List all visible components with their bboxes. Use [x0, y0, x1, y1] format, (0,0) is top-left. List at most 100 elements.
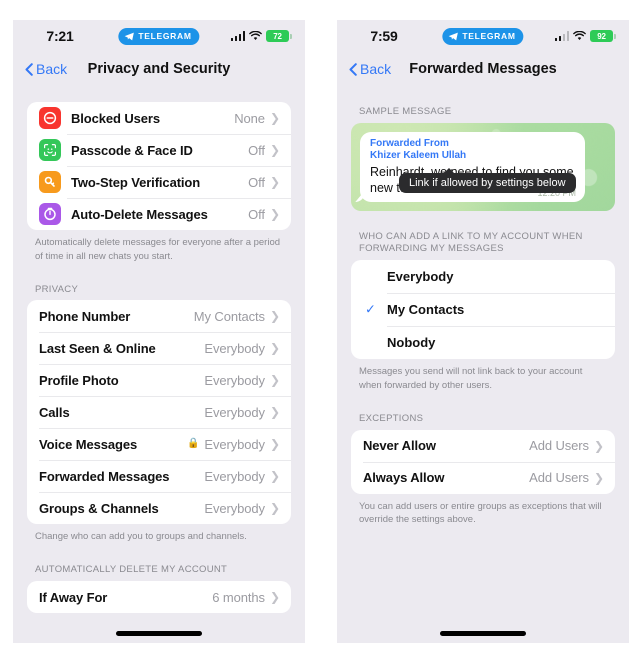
row-trailing: Add Users ❯	[529, 470, 604, 485]
option-label: Everybody	[387, 269, 454, 285]
row-last-seen-online[interactable]: Last Seen & Online Everybody ❯	[27, 332, 291, 364]
option-label: My Contacts	[387, 302, 465, 318]
row-label: Passcode & Face ID	[71, 142, 193, 158]
row-groups-and-channels[interactable]: Groups & Channels Everybody ❯	[27, 492, 291, 524]
row-label: Last Seen & Online	[39, 340, 156, 356]
status-indicators: 92	[554, 30, 616, 42]
carrier-pill: TELEGRAM	[118, 27, 200, 45]
row-always-allow[interactable]: Always Allow Add Users ❯	[351, 461, 615, 494]
chevron-left-icon	[25, 62, 33, 76]
row-value: Everybody	[204, 372, 265, 388]
row-two-step-verification[interactable]: Two-Step Verification Off ❯	[27, 166, 291, 198]
row-blocked-users[interactable]: Blocked Users None ❯	[27, 102, 291, 134]
key-icon	[39, 171, 61, 193]
exceptions-card: Never Allow Add Users ❯ Always Allow Add…	[351, 429, 615, 494]
telegram-plane-icon	[124, 32, 134, 40]
row-phone-number[interactable]: Phone Number My Contacts ❯	[27, 300, 291, 332]
back-button[interactable]: Back	[349, 61, 391, 77]
row-label: Always Allow	[363, 470, 445, 486]
row-label: Groups & Channels	[39, 500, 159, 516]
battery-icon: 92	[590, 30, 616, 42]
chevron-right-icon: ❯	[269, 207, 280, 221]
face-id-icon	[39, 139, 61, 161]
row-auto-delete-messages[interactable]: Auto-Delete Messages Off ❯	[27, 198, 291, 230]
home-indicator[interactable]	[116, 631, 202, 636]
row-value: Everybody	[204, 404, 265, 420]
row-trailing: None ❯	[234, 111, 280, 126]
row-trailing: 6 months ❯	[212, 590, 280, 605]
row-trailing: Add Users ❯	[529, 438, 604, 453]
status-time: 7:21	[46, 28, 74, 44]
carrier-pill: TELEGRAM	[442, 27, 524, 45]
forwarded-from-name[interactable]: Khizer Kaleem Ullah	[370, 150, 576, 163]
link-tooltip: Link if allowed by settings below	[399, 167, 576, 193]
home-indicator[interactable]	[440, 631, 526, 636]
row-value: Add Users	[529, 470, 589, 486]
option-everybody[interactable]: Everybody	[351, 260, 615, 293]
row-label: Blocked Users	[71, 110, 161, 126]
screenshot-stage: 7:21 TELEGRAM 72 Back Privacy and Securi…	[0, 0, 641, 663]
privacy-section-header: PRIVACY	[35, 283, 79, 295]
privacy-footer-text: Change who can add you to groups and cha…	[35, 531, 247, 543]
telegram-plane-icon	[448, 32, 458, 40]
phone-screen-forwarded-messages: 7:59 TELEGRAM 92 Back Forwarded Messages…	[337, 20, 629, 643]
row-trailing: Off ❯	[248, 175, 280, 190]
lock-icon: 🔒	[186, 438, 200, 450]
row-label: Calls	[39, 404, 70, 420]
row-never-allow[interactable]: Never Allow Add Users ❯	[351, 430, 615, 462]
chevron-right-icon: ❯	[269, 501, 280, 516]
back-button[interactable]: Back	[25, 61, 67, 77]
row-label: Forwarded Messages	[39, 468, 170, 484]
status-bar: 7:21 TELEGRAM 72	[13, 20, 305, 52]
carrier-pill-label: TELEGRAM	[462, 31, 516, 41]
row-voice-messages[interactable]: Voice Messages 🔒 Everybody ❯	[27, 428, 291, 460]
status-indicators: 72	[230, 30, 292, 42]
nav-bar: Back Privacy and Security	[13, 52, 305, 86]
status-bar: 7:59 TELEGRAM 92	[337, 20, 629, 52]
cellular-bars-icon	[230, 31, 245, 41]
option-nobody[interactable]: Nobody	[351, 326, 615, 359]
chevron-right-icon: ❯	[269, 111, 280, 125]
chevron-right-icon: ❯	[269, 309, 280, 324]
row-forwarded-messages[interactable]: Forwarded Messages Everybody ❯	[27, 460, 291, 492]
row-value: Everybody	[204, 468, 265, 484]
battery-icon: 72	[266, 30, 292, 42]
forwarded-from-label: Forwarded From	[370, 137, 449, 149]
wifi-icon	[573, 31, 586, 40]
row-value: Everybody	[204, 500, 265, 516]
row-label: Never Allow	[363, 438, 436, 454]
exceptions-footer-text: You can add users or entire groups as ex…	[359, 500, 602, 526]
chevron-right-icon: ❯	[269, 373, 280, 388]
chevron-right-icon: ❯	[269, 469, 280, 484]
row-trailing: Off ❯	[248, 207, 280, 222]
row-value: None	[234, 110, 265, 126]
sample-message-preview: Forwarded From Khizer Kaleem Ullah Reinh…	[351, 122, 615, 212]
row-calls[interactable]: Calls Everybody ❯	[27, 396, 291, 428]
row-value: My Contacts	[193, 308, 265, 324]
option-label: Nobody	[387, 335, 436, 351]
wifi-icon	[249, 31, 262, 40]
row-passcode-face-id[interactable]: Passcode & Face ID Off ❯	[27, 134, 291, 166]
row-trailing: Everybody ❯	[204, 373, 280, 388]
phone-screen-privacy-and-security: 7:21 TELEGRAM 72 Back Privacy and Securi…	[13, 20, 305, 643]
chevron-right-icon: ❯	[593, 438, 604, 453]
row-value: Everybody	[204, 340, 265, 356]
sample-message-section-header: SAMPLE MESSAGE	[359, 106, 452, 117]
row-value: Everybody	[204, 436, 265, 452]
row-label: If Away For	[39, 589, 108, 605]
row-profile-photo[interactable]: Profile Photo Everybody ❯	[27, 364, 291, 396]
row-value: Off	[248, 206, 265, 222]
settings-scroll-area[interactable]: Blocked Users None ❯ Passcode & Face ID …	[13, 86, 305, 643]
delete-account-card: If Away For 6 months ❯	[27, 581, 291, 614]
options-footer-text: Messages you send will not link back to …	[359, 366, 583, 391]
delete-account-section-header: AUTOMATICALLY DELETE MY ACCOUNT	[35, 564, 228, 576]
privacy-card: Phone Number My Contacts ❯ Last Seen & O…	[27, 300, 291, 525]
row-label: Auto-Delete Messages	[71, 206, 208, 222]
settings-scroll-area[interactable]: SAMPLE MESSAGE Forwarded From Khizer Kal…	[337, 86, 629, 643]
row-value: Off	[248, 174, 265, 190]
row-if-away-for[interactable]: If Away For 6 months ❯	[27, 581, 291, 613]
option-my-contacts[interactable]: ✓ My Contacts	[351, 293, 615, 326]
row-trailing: Everybody ❯	[204, 405, 280, 420]
chevron-right-icon: ❯	[269, 143, 280, 157]
row-trailing: 🔒 Everybody ❯	[187, 437, 280, 452]
